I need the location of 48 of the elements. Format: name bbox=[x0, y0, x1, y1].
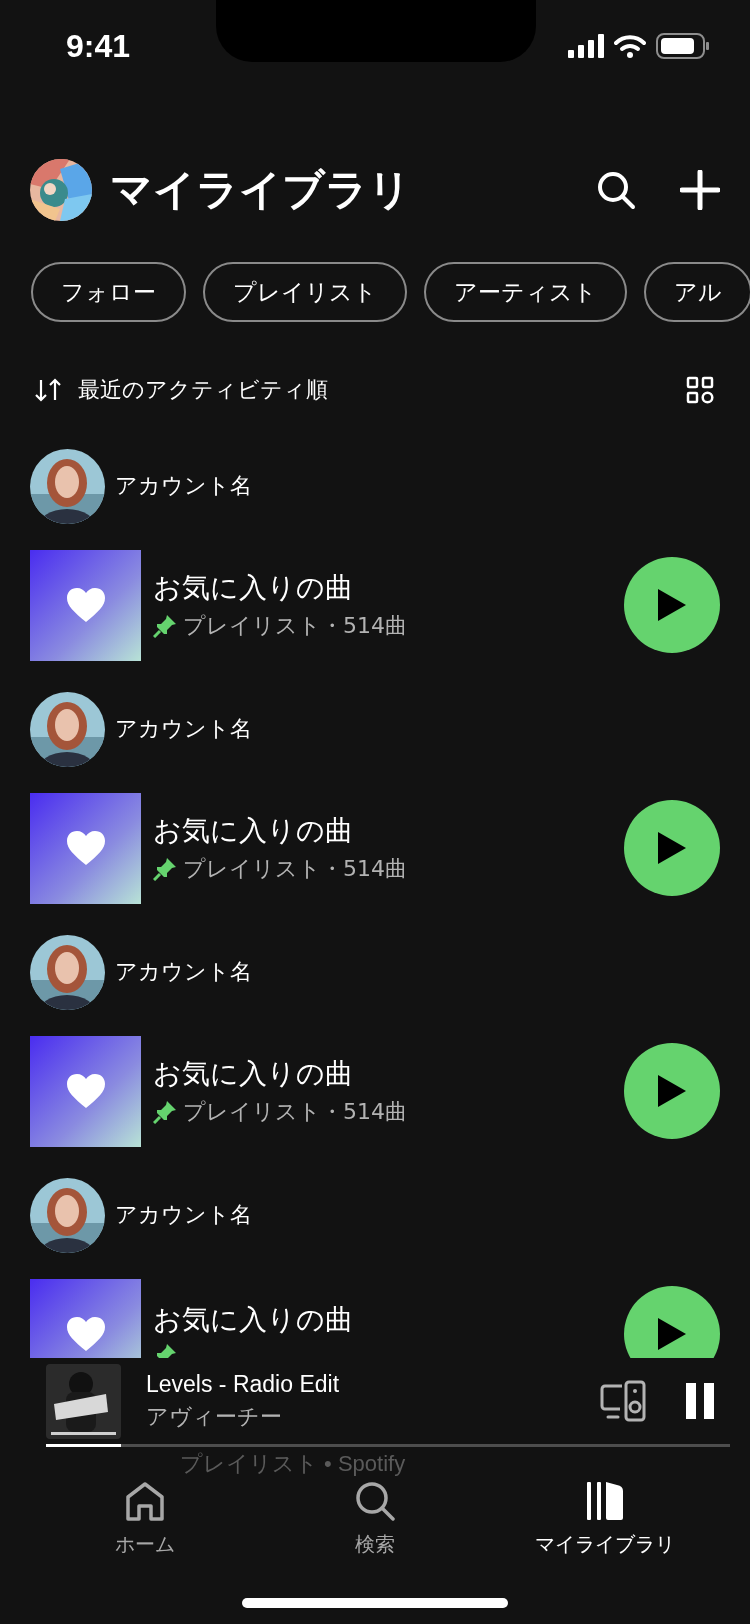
heart-icon bbox=[65, 1316, 106, 1352]
signal-icon bbox=[568, 34, 604, 58]
sort-button[interactable]: 最近のアクティビティ順 bbox=[34, 375, 686, 405]
play-icon bbox=[656, 1073, 688, 1109]
wifi-icon bbox=[614, 34, 646, 58]
grid-view-button[interactable] bbox=[686, 376, 714, 404]
add-button[interactable] bbox=[680, 170, 720, 210]
grid-icon bbox=[686, 376, 714, 404]
playlist-title: お気に入りの曲 bbox=[153, 1302, 354, 1338]
filter-chip[interactable]: フォロー bbox=[31, 262, 186, 322]
pause-icon bbox=[686, 1383, 714, 1419]
home-icon bbox=[125, 1481, 165, 1521]
filter-chip[interactable]: プレイリスト bbox=[203, 262, 407, 322]
heart-icon bbox=[65, 1073, 106, 1109]
battery-icon bbox=[656, 33, 710, 59]
play-icon bbox=[656, 830, 688, 866]
account-name: アカウント名 bbox=[115, 472, 252, 500]
play-icon bbox=[656, 587, 688, 623]
page-title: マイライブラリ bbox=[110, 164, 412, 216]
playlist-title: お気に入りの曲 bbox=[153, 813, 354, 849]
account-name: アカウント名 bbox=[115, 1201, 252, 1229]
search-icon bbox=[596, 170, 636, 210]
play-button[interactable] bbox=[624, 1286, 720, 1358]
play-icon bbox=[656, 1316, 688, 1352]
sort-icon bbox=[34, 378, 62, 402]
playlist-title: お気に入りの曲 bbox=[153, 1056, 354, 1092]
search-button[interactable] bbox=[596, 170, 636, 210]
artist-name: アヴィーチー bbox=[146, 1402, 283, 1431]
filter-chip[interactable]: アル bbox=[644, 262, 750, 322]
devices-icon bbox=[600, 1380, 646, 1422]
tab-item[interactable]: マイライブラリ bbox=[505, 1467, 705, 1567]
playlist-title: お気に入りの曲 bbox=[153, 570, 354, 606]
pause-button[interactable] bbox=[686, 1383, 714, 1419]
playlist-meta: プレイリスト・514曲 bbox=[183, 612, 407, 640]
heart-icon bbox=[65, 830, 106, 866]
track-title: Levels - Radio Edit bbox=[146, 1370, 341, 1398]
playlist-meta: プレイリスト・514曲 bbox=[183, 855, 407, 883]
filter-chip[interactable]: アーティスト bbox=[424, 262, 627, 322]
library-icon bbox=[585, 1481, 625, 1521]
account-name: アカウント名 bbox=[115, 958, 252, 986]
faded-text: プレイリスト • Spotify bbox=[180, 1450, 406, 1478]
heart-icon bbox=[65, 587, 106, 623]
status-time: 9:41 bbox=[66, 27, 131, 65]
playlist-meta: プレイリスト・514曲 bbox=[183, 1098, 407, 1126]
devices-button[interactable] bbox=[600, 1380, 646, 1422]
account-name: アカウント名 bbox=[115, 715, 252, 743]
search-icon bbox=[355, 1481, 395, 1521]
plus-icon bbox=[680, 170, 720, 210]
